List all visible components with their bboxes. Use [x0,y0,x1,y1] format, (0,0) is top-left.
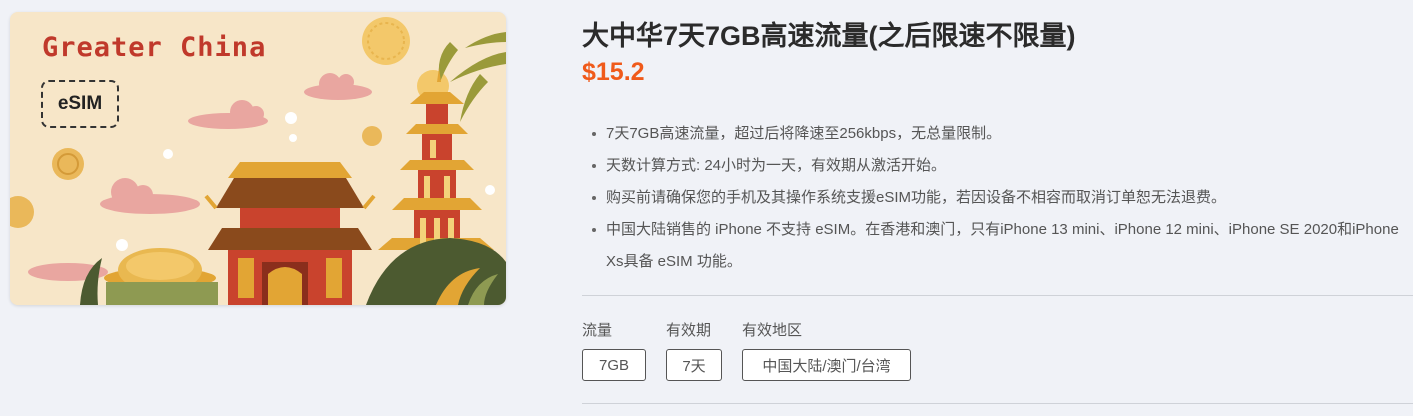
validity-option-7days[interactable]: 7天 [666,349,722,381]
feature-item: 7天7GB高速流量，超过后将降速至256kbps，无总量限制。 [590,118,1402,150]
feature-item: 中国大陆销售的 iPhone 不支持 eSIM。在香港和澳门，只有iPhone … [590,214,1402,278]
region-option[interactable]: 中国大陆/澳门/台湾 [742,349,911,381]
esim-badge: eSIM [41,80,119,128]
feature-item: 天数计算方式: 24小时为一天，有效期从激活开始。 [590,150,1402,182]
divider [582,403,1413,404]
divider [582,295,1413,296]
product-image[interactable]: Greater China eSIM [10,12,506,305]
feature-item: 购买前请确保您的手机及其操作系统支援eSIM功能，若因设备不相容而取消订单恕无法… [590,182,1402,214]
validity-label: 有效期 [666,322,712,339]
region-label: 有效地区 [742,322,803,339]
data-label: 流量 [582,322,613,339]
image-title-text: Greater China [42,32,267,63]
product-title: 大中华7天7GB高速流量(之后限速不限量) [582,21,1076,51]
feature-list: 7天7GB高速流量，超过后将降速至256kbps，无总量限制。 天数计算方式: … [590,118,1402,278]
data-option-7gb[interactable]: 7GB [582,349,646,381]
product-price: $15.2 [582,58,645,86]
